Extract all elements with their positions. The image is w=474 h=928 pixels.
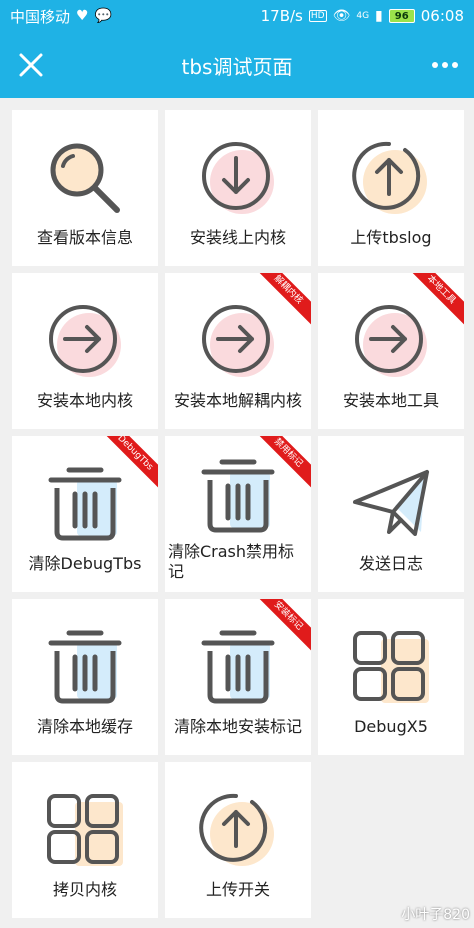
action-tile[interactable]: 安装本地解耦内核 解耦内核: [165, 273, 311, 429]
action-tile[interactable]: 安装线上内核: [165, 110, 311, 266]
page-title: tbs调试页面: [181, 54, 293, 79]
tile-label: 清除Crash禁用标记: [168, 542, 295, 581]
action-tile[interactable]: 清除DebugTbs DebugTbs: [12, 436, 158, 592]
trash-icon: [48, 467, 122, 541]
tile-label: 安装本地工具: [342, 391, 439, 410]
action-tile[interactable]: 清除本地缓存: [12, 599, 158, 755]
tile-label: 安装本地解耦内核: [173, 391, 302, 410]
grid-icon: [353, 631, 429, 703]
battery-indicator: 96: [388, 9, 415, 23]
action-tile[interactable]: 拷贝内核: [12, 762, 158, 918]
carrier-name: 中国移动: [10, 7, 71, 26]
hd-badge: HD: [308, 10, 327, 22]
tile-label: 安装本地内核: [36, 391, 133, 410]
action-tile[interactable]: DebugX5: [318, 599, 464, 755]
tile-label: 上传开关: [205, 880, 270, 899]
status-bar: 中国移动 ♥ 💬 17B/s HD 👁 4G ▮ 96 06:08: [0, 0, 474, 32]
action-tile[interactable]: 发送日志: [318, 436, 464, 592]
status-left: 中国移动 ♥ 💬: [10, 6, 112, 27]
trash-icon: [201, 459, 275, 533]
heart-icon: ♥: [76, 8, 89, 24]
watermark-text: 小叶子820: [401, 907, 470, 923]
trash-icon: [48, 630, 122, 704]
close-icon: [19, 53, 43, 77]
arrow-down-circle-icon: [202, 142, 274, 214]
tile-label: 上传tbslog: [350, 228, 432, 247]
action-tile[interactable]: 上传tbslog: [318, 110, 464, 266]
more-dot: [432, 62, 438, 68]
action-tile[interactable]: 安装本地内核: [12, 273, 158, 429]
grid-icon: [47, 794, 123, 866]
trash-icon: [201, 630, 275, 704]
close-button[interactable]: [14, 48, 48, 82]
action-tile[interactable]: 清除本地安装标记 安装标记: [165, 599, 311, 755]
tile-label: 清除本地安装标记: [173, 717, 302, 736]
arrow-right-circle-icon: [355, 305, 427, 377]
tile-label: 安装线上内核: [189, 228, 286, 247]
arrow-right-circle-icon: [49, 305, 121, 377]
action-grid: 查看版本信息 安装线上内核 上传tbslog 安装本地内核 安装本地解耦内核 解耦内核 安装…: [12, 110, 464, 918]
signal-icon: ▮: [375, 8, 383, 24]
magnifier-icon: [50, 143, 120, 213]
network-speed: 17B/s: [260, 7, 303, 25]
tile-label: 清除DebugTbs: [28, 554, 142, 573]
more-button[interactable]: [432, 56, 458, 74]
tile-label: DebugX5: [354, 717, 428, 736]
clock: 06:08: [420, 7, 464, 25]
action-tile[interactable]: 上传开关: [165, 762, 311, 918]
eye-icon: 👁: [332, 8, 351, 24]
tile-label: 发送日志: [358, 554, 423, 573]
more-dot: [442, 62, 448, 68]
arrow-right-circle-icon: [202, 305, 274, 377]
title-bar: tbs调试页面: [0, 32, 474, 98]
arrow-up-circle-icon: [352, 141, 427, 214]
action-tile[interactable]: 查看版本信息: [12, 110, 158, 266]
action-tile[interactable]: 安装本地工具 本地工具: [318, 273, 464, 429]
paper-plane-icon: [353, 470, 429, 536]
status-right: 17B/s HD 👁 4G ▮ 96 06:08: [261, 7, 464, 25]
chat-icon: 💬: [94, 8, 113, 24]
network-type: 4G: [356, 11, 370, 21]
tile-label: 查看版本信息: [36, 228, 133, 247]
tile-label: 拷贝内核: [52, 880, 117, 899]
arrow-up-circle-icon: [199, 793, 274, 866]
tile-label: 清除本地缓存: [36, 717, 133, 736]
more-dot: [452, 62, 458, 68]
action-tile[interactable]: 清除Crash禁用标记 禁用标记: [165, 436, 311, 592]
